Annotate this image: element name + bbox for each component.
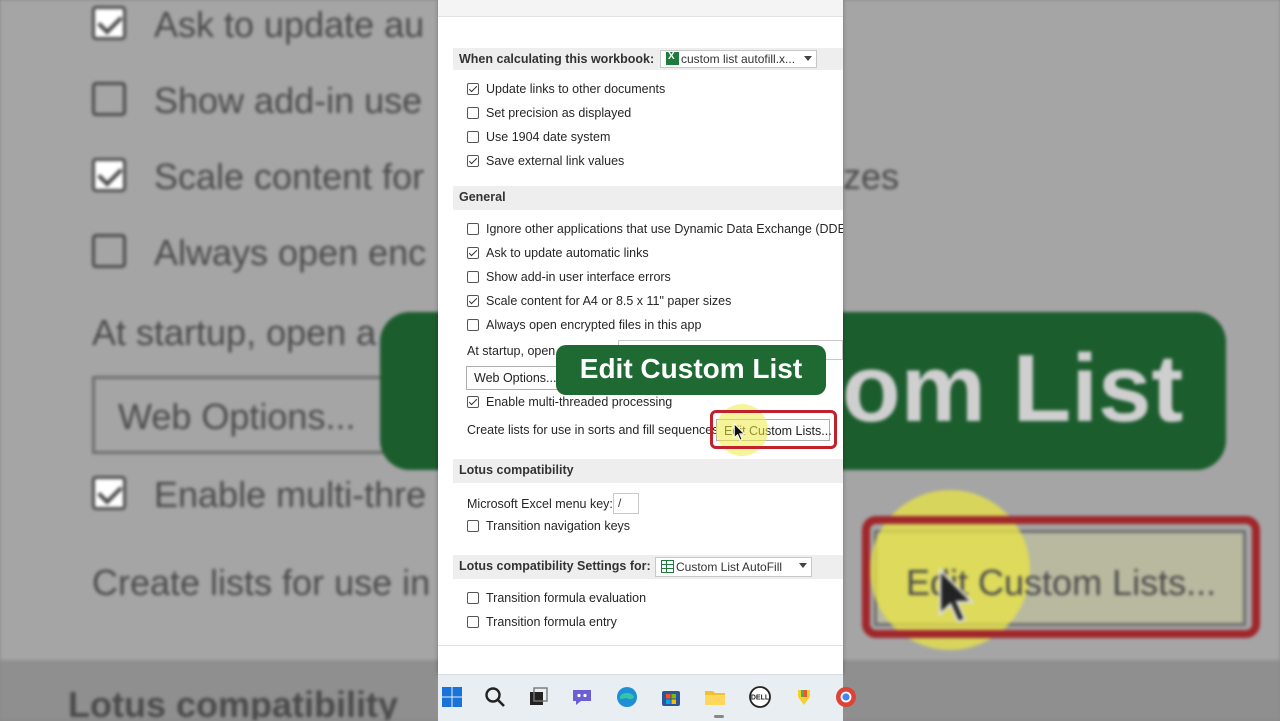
startup-label: At startup, open <box>467 344 556 358</box>
tutorial-banner: Edit Custom List <box>556 345 826 395</box>
web-options-label: Web Options... <box>474 371 557 385</box>
lotus-section-header: Lotus compatibility <box>453 459 843 483</box>
bg-startup: At startup, open a <box>92 312 377 353</box>
bg-checkbox-5 <box>92 476 126 510</box>
menu-key-label: Microsoft Excel menu key: <box>467 497 613 511</box>
taskbar: DELL <box>438 674 856 721</box>
lotus-settings-value: Custom List AutoFill <box>676 560 783 574</box>
dialog-top-divider <box>438 16 843 17</box>
lotus-section-label: Lotus compatibility <box>459 463 574 477</box>
bg-row-2: Show add-in use <box>154 80 423 121</box>
file-explorer-icon[interactable] <box>703 685 727 709</box>
ask-update-links-label: Ask to update automatic links <box>486 246 649 260</box>
bg-lotus: Lotus compatibility <box>68 684 399 720</box>
excel-options-advanced-panel: When calculating this workbook: custom l… <box>438 0 843 674</box>
worksheet-icon <box>661 560 674 573</box>
general-section-label: General <box>459 190 506 204</box>
transition-formula-eval-label: Transition formula evaluation <box>486 591 647 605</box>
ignore-dde-label: Ignore other applications that use Dynam… <box>486 222 843 236</box>
save-external-checkbox[interactable] <box>467 155 479 167</box>
create-lists-label: Create lists for use in sorts and fill s… <box>467 423 722 437</box>
edge-icon[interactable] <box>615 685 639 709</box>
svg-text:DELL: DELL <box>751 695 770 702</box>
addin-errors-label: Show add-in user interface errors <box>486 270 671 284</box>
calc-workbook-select[interactable]: custom list autofill.x... <box>660 50 817 68</box>
encrypted-files-checkbox[interactable] <box>467 319 479 331</box>
chevron-down-icon <box>799 563 807 568</box>
chevron-down-icon <box>804 56 812 61</box>
lotus-settings-label: Lotus compatibility Settings for: <box>459 559 651 573</box>
menu-key-input[interactable]: / <box>613 493 639 514</box>
encrypted-files-label: Always open encrypted files in this app <box>486 318 702 332</box>
dell-icon[interactable]: DELL <box>748 685 772 709</box>
app-icon[interactable] <box>792 685 816 709</box>
excel-file-icon <box>666 51 679 65</box>
dialog-bottom-divider <box>438 645 843 646</box>
tutorial-banner-text: Edit Custom List <box>579 353 803 384</box>
calc-workbook-value: custom list autofill.x... <box>681 52 796 66</box>
bg-checkbox-1 <box>92 6 126 40</box>
edit-custom-lists-highlight <box>710 410 837 449</box>
bg-create: Create lists for use in <box>92 562 431 603</box>
mouse-cursor-icon <box>733 422 746 441</box>
store-icon[interactable] <box>659 685 683 709</box>
bg-row-4: Always open enc <box>154 232 427 273</box>
dialog-top-strip <box>438 0 843 16</box>
menu-key-value: / <box>618 496 622 510</box>
save-external-label: Save external link values <box>486 154 625 168</box>
bg-banner-text: om List <box>842 335 1184 442</box>
multithread-label: Enable multi-threaded processing <box>486 395 673 409</box>
set-precision-label: Set precision as displayed <box>486 106 632 120</box>
ignore-dde-checkbox[interactable] <box>467 223 479 235</box>
bg-cursor-icon <box>938 567 975 624</box>
bg-row-3-tail: zes <box>843 156 900 197</box>
calc-section-label: When calculating this workbook: <box>459 52 655 66</box>
scale-content-label: Scale content for A4 or 8.5 x 11" paper … <box>486 294 732 308</box>
task-view-icon[interactable] <box>526 685 550 709</box>
teams-chat-icon[interactable] <box>570 685 594 709</box>
transition-formula-entry-checkbox[interactable] <box>467 616 479 628</box>
windows-start-icon[interactable] <box>440 685 464 709</box>
transition-formula-eval-checkbox[interactable] <box>467 592 479 604</box>
search-icon[interactable] <box>483 685 507 709</box>
transition-nav-label: Transition navigation keys <box>486 519 631 533</box>
chrome-icon[interactable] <box>834 685 858 709</box>
lotus-settings-select[interactable]: Custom List AutoFill <box>655 557 812 577</box>
multithread-checkbox[interactable] <box>467 396 479 408</box>
bg-checkbox-3 <box>92 158 126 192</box>
web-options-button[interactable]: Web Options... <box>466 366 562 390</box>
general-section-header: General <box>453 186 843 210</box>
update-links-label: Update links to other documents <box>486 82 666 96</box>
bg-row-3: Scale content for <box>154 156 425 197</box>
bg-checkbox-4 <box>92 234 126 268</box>
ask-update-links-checkbox[interactable] <box>467 247 479 259</box>
transition-nav-checkbox[interactable] <box>467 520 479 532</box>
bg-multi: Enable multi-thre <box>154 474 427 515</box>
active-app-indicator <box>714 715 724 718</box>
date-1904-checkbox[interactable] <box>467 131 479 143</box>
set-precision-checkbox[interactable] <box>467 107 479 119</box>
update-links-checkbox[interactable] <box>467 83 479 95</box>
date-1904-label: Use 1904 date system <box>486 130 611 144</box>
addin-errors-checkbox[interactable] <box>467 271 479 283</box>
bg-web-options: Web Options... <box>118 396 356 437</box>
transition-formula-entry-label: Transition formula entry <box>486 615 617 629</box>
bg-row-1: Ask to update au <box>154 4 425 45</box>
bg-checkbox-2 <box>92 82 126 116</box>
scale-content-checkbox[interactable] <box>467 295 479 307</box>
bg-red-highlight <box>862 516 1260 638</box>
